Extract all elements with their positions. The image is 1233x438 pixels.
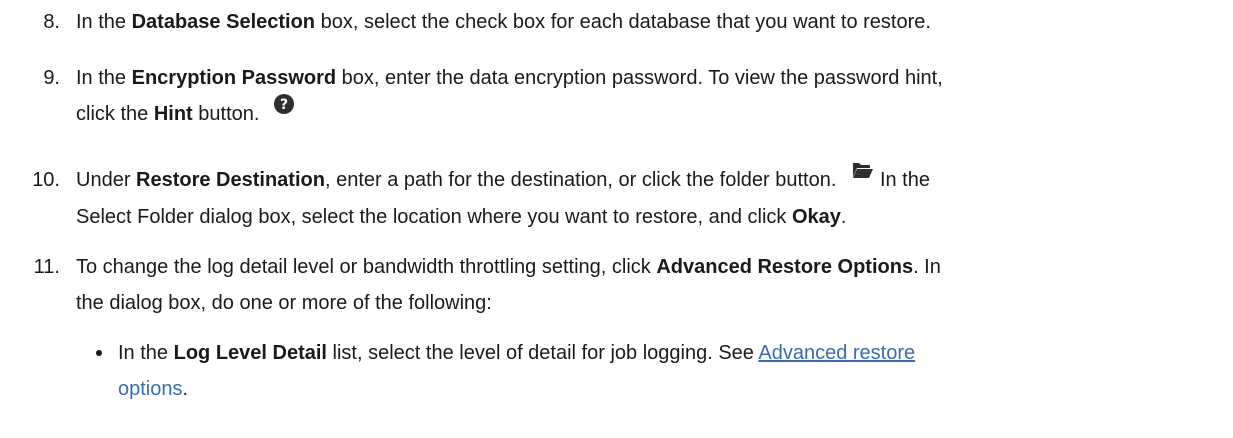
text-run: , enter a path for the destination, or c… [324,169,837,191]
bullet-text: In the Log Level Detail list, select the… [118,335,1218,407]
text-run: box, select the check box for each datab… [315,11,931,33]
ui-term-advanced-restore-options: Advanced Restore Options [656,256,914,278]
ui-term-hint: Hint [153,103,193,125]
text-run: In the [118,342,174,364]
step-text: In the Encryption Password box, enter th… [76,60,1226,133]
ui-term-restore-destination: Restore Destination [136,169,325,191]
text-run: . [182,378,189,400]
ui-term-encryption-password: Encryption Password [131,67,337,89]
step-number: 10. [32,169,60,191]
text-run: list, select the level of detail for job… [326,342,759,364]
advanced-restore-options-link[interactable]: Advanced restore [758,342,915,364]
text-run: click the [76,103,154,125]
step-text: In the Database Selection box, select th… [76,4,1226,40]
step-number: 8. [43,11,60,33]
text-run: In the [76,11,132,33]
text-run: the dialog box, do one or more of the fo… [76,292,492,314]
text-run: To change the log detail level or bandwi… [76,256,657,278]
text-run: box, enter the data encryption password.… [336,67,943,89]
step-text: Under Restore Destination, enter a path … [76,162,1226,235]
svg-text:?: ? [280,97,288,113]
folder-open-icon [852,155,874,191]
step-number: 11. [33,256,60,278]
text-run: . [840,205,847,228]
bullet-dot [96,350,102,356]
step-text: To change the log detail level or bandwi… [76,249,1226,321]
text-run: Select Folder dialog box, select the loc… [76,205,792,228]
ui-term-database-selection: Database Selection [131,11,316,33]
text-run: button. [192,103,260,125]
text-run: In the [76,67,132,89]
text-run: Under [76,169,137,191]
text-run: In the [874,169,930,191]
ui-term-okay: Okay [791,205,841,228]
advanced-restore-options-link-cont[interactable]: options [118,378,183,400]
help-circle-icon: ? [273,91,295,127]
ui-term-log-level-detail: Log Level Detail [173,342,327,364]
step-number: 9. [43,67,60,89]
document-page: 8. In the Database Selection box, select… [0,0,1233,438]
text-run: . In [913,256,941,278]
